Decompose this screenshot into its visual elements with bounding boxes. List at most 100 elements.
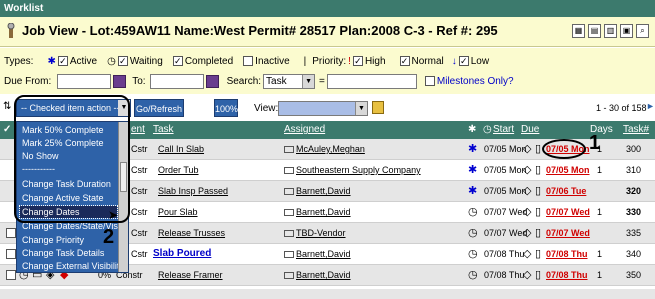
mail-icon[interactable] (284, 272, 294, 280)
row-tasknum: 340 (626, 249, 642, 259)
row-task[interactable]: Slab Poured (153, 248, 211, 259)
due-from-calendar-icon[interactable] (113, 74, 127, 88)
inactive-label: Inactive (255, 55, 290, 67)
annotation-highlight-due (542, 139, 586, 159)
completed-label: Completed (184, 55, 234, 67)
row-assigned[interactable]: Barnett,David (296, 186, 351, 196)
waiting-checkbox[interactable]: ✓ (117, 56, 128, 66)
row-task[interactable]: Order Tub (158, 165, 199, 175)
row-tasknum: 300 (626, 144, 642, 154)
note-icon[interactable]: ▯ (535, 247, 541, 260)
mail-icon[interactable] (284, 188, 294, 196)
row-checkbox[interactable] (6, 270, 16, 280)
search-field-select[interactable]: Task ▼ (263, 73, 316, 89)
active-checkbox[interactable]: ✓ (57, 56, 68, 66)
row-ent: Cstr (131, 186, 148, 196)
edit-icon[interactable]: ◇ (523, 163, 531, 176)
low-checkbox[interactable]: ✓ (458, 56, 469, 66)
chevron-down-icon: ▼ (355, 102, 367, 115)
next-page-icon[interactable]: ► (646, 101, 655, 111)
note-icon[interactable]: ▯ (535, 163, 541, 176)
waiting-state-icon: ◷ (468, 248, 478, 260)
row-due[interactable]: 07/05 Mon (546, 165, 590, 175)
edit-icon[interactable]: ◇ (523, 205, 531, 218)
row-task[interactable]: Slab Insp Passed (158, 186, 228, 196)
note-icon[interactable]: ▯ (535, 184, 541, 197)
to-calendar-icon[interactable] (205, 74, 219, 88)
row-checkbox[interactable] (6, 228, 16, 238)
row-tasknum: 310 (626, 165, 642, 175)
row-task[interactable]: Release Framer (158, 270, 223, 280)
to-input[interactable] (149, 73, 204, 89)
search-field-value: Task (266, 75, 287, 87)
header-tasknum[interactable]: Task# (623, 124, 649, 135)
header-assigned[interactable]: Assigned (284, 124, 325, 135)
map-icon[interactable]: ▦ (572, 24, 585, 38)
go-refresh-button[interactable]: Go/Refresh (134, 99, 184, 117)
job-header: Job View - Lot:459AW11 Name:West Permit#… (0, 17, 655, 47)
note-icon[interactable]: ▯ (535, 205, 541, 218)
row-assigned[interactable]: Barnett,David (296, 249, 351, 259)
row-due[interactable]: 07/08 Thu (546, 270, 588, 280)
row-days: 1 (597, 165, 603, 175)
row-assigned[interactable]: TBD-Vendor (296, 228, 346, 238)
row-assigned[interactable]: Barnett,David (296, 207, 351, 217)
row-due[interactable]: 07/06 Tue (546, 186, 586, 196)
header-task[interactable]: Task (153, 124, 174, 135)
calendar-icon[interactable]: ▥ (604, 24, 617, 38)
row-assigned[interactable]: McAuley,Meghan (296, 144, 365, 154)
wrench-icon (7, 23, 15, 38)
row-days: 1 (597, 270, 603, 280)
row-due[interactable]: 07/07 Wed (546, 207, 590, 217)
separator: | (303, 55, 307, 67)
row-task[interactable]: Call In Slab (158, 144, 204, 154)
row-assigned[interactable]: Barnett,David (296, 270, 351, 280)
search-value-input[interactable] (326, 73, 417, 89)
header-start[interactable]: Start (493, 124, 514, 135)
row-task[interactable]: Pour Slab (158, 207, 198, 217)
high-label: High (364, 55, 386, 67)
milestones-link[interactable]: Milestones Only? (437, 76, 514, 87)
normal-checkbox[interactable]: ✓ (399, 56, 410, 66)
high-checkbox[interactable]: ✓ (352, 56, 363, 66)
row-assigned[interactable]: Southeastern Supply Company (296, 165, 421, 175)
search-icon[interactable]: ⌕ (636, 24, 649, 38)
note-icon[interactable]: ▤ (588, 24, 601, 38)
note-icon[interactable]: ▯ (535, 268, 541, 281)
due-from-input[interactable] (57, 73, 112, 89)
row-due[interactable]: 07/08 Thu (546, 249, 588, 259)
edit-icon[interactable]: ◇ (523, 247, 531, 260)
row-ent: Cstr (131, 207, 148, 217)
select-all-checkmark-icon[interactable]: ✓ (3, 124, 11, 135)
note-icon[interactable]: ▯ (535, 142, 541, 155)
search-operator: = (319, 75, 325, 87)
view-select[interactable]: ▼ (278, 101, 368, 116)
active-state-icon: ✱ (468, 164, 478, 176)
edit-icon[interactable]: ◇ (523, 226, 531, 239)
header-icons: ▦ ▤ ▥ ▣ ⌕ (572, 24, 649, 38)
edit-icon[interactable]: ◇ (523, 184, 531, 197)
print-icon[interactable]: ▣ (620, 24, 633, 38)
row-checkbox[interactable] (6, 249, 16, 259)
row-tasknum: 350 (626, 270, 642, 280)
mail-icon[interactable] (284, 251, 294, 259)
mail-icon[interactable] (284, 167, 294, 175)
edit-icon[interactable]: ◇ (523, 268, 531, 281)
view-edit-icon[interactable] (372, 101, 384, 114)
annotation-number-1: 1 (589, 132, 601, 154)
dropdown-option[interactable]: Change External Visibility (20, 260, 124, 272)
mail-icon[interactable] (284, 230, 294, 238)
row-due[interactable]: 07/07 Wed (546, 228, 590, 238)
mail-icon[interactable] (284, 146, 294, 154)
edit-icon[interactable]: ◇ (523, 142, 531, 155)
header-due[interactable]: Due (521, 124, 539, 135)
milestones-checkbox[interactable] (424, 76, 435, 86)
zoom-button[interactable]: 100% (214, 99, 238, 117)
header-ent[interactable]: ent (131, 124, 145, 135)
note-icon[interactable]: ▯ (535, 226, 541, 239)
row-task[interactable]: Release Trusses (158, 228, 225, 238)
mail-icon[interactable] (284, 209, 294, 217)
completed-checkbox[interactable]: ✓ (172, 56, 183, 66)
row-start: 07/05 Mon (484, 186, 527, 196)
inactive-checkbox[interactable] (243, 56, 254, 66)
